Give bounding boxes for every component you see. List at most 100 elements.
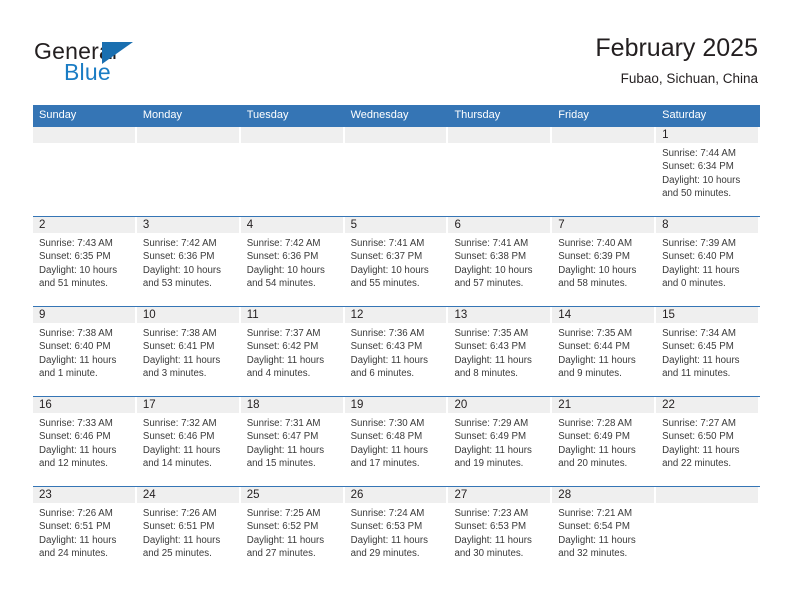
day-detail-line: Sunset: 6:53 PM [350, 521, 423, 533]
day-cell-18[interactable]: 18 Sunrise: 7:31 AM Sunset: 6:47 PM Dayligh… [240, 397, 345, 486]
day-cell-13[interactable]: 13 Sunrise: 7:35 AM Sunset: 6:43 PM Dayligh… [448, 307, 553, 396]
day-detail-line: Daylight: 11 hours [142, 444, 221, 456]
day-cell-9[interactable]: 9 Sunrise: 7:38 AM Sunset: 6:40 PM Daylight… [33, 307, 137, 396]
day-detail-line: and 15 minutes. [246, 458, 316, 470]
day-detail-line: Daylight: 11 hours [558, 354, 636, 366]
day-detail-text: Sunrise: 7:35 AM Sunset: 6:43 PM Daylight:… [448, 323, 552, 381]
calendar-week-row: 9 Sunrise: 7:38 AM Sunset: 6:40 PM Daylight… [33, 306, 761, 396]
day-detail-line: and 27 minutes. [246, 548, 316, 560]
calendar-weeks: 1 Sunrise: 7:44 AM Sunset: 6:34 PM Daylight… [33, 126, 761, 576]
day-detail-text: Sunrise: 7:31 AM Sunset: 6:47 PM Daylight:… [241, 413, 345, 471]
day-detail-line: and 32 minutes. [558, 548, 628, 560]
day-detail-line: Sunset: 6:49 PM [558, 431, 630, 443]
day-detail-line: and 50 minutes. [662, 188, 732, 200]
day-number-band [240, 127, 343, 143]
day-detail-line: Daylight: 10 hours [558, 264, 637, 276]
day-number-band: 17 [136, 397, 239, 413]
day-number: 22 [662, 399, 675, 411]
day-cell-2[interactable]: 2 Sunrise: 7:43 AM Sunset: 6:35 PM Daylight… [33, 217, 137, 306]
day-number: 28 [558, 489, 572, 501]
day-detail-line: Sunrise: 7:37 AM [246, 328, 321, 339]
day-cell-27[interactable]: 27 Sunrise: 7:23 AM Sunset: 6:53 PM Dayligh… [448, 487, 553, 576]
day-number-band: 24 [136, 487, 239, 503]
day-detail-line: Daylight: 10 hours [350, 264, 429, 276]
day-cell-10[interactable]: 10 Sunrise: 7:38 AM Sunset: 6:41 PM Dayligh… [136, 307, 241, 396]
day-detail-text: Sunrise: 7:43 AM Sunset: 6:35 PM Daylight:… [33, 233, 137, 291]
day-detail-text: Sunrise: 7:23 AM Sunset: 6:53 PM Daylight:… [448, 503, 552, 561]
day-cell-3[interactable]: 3 Sunrise: 7:42 AM Sunset: 6:36 PM Daylight… [136, 217, 241, 306]
day-detail-text: Sunrise: 7:32 AM Sunset: 6:46 PM Daylight:… [137, 413, 241, 471]
day-detail-line: and 30 minutes. [454, 548, 524, 560]
page-header: General Blue February 2025 Fubao, Sichua… [0, 0, 792, 100]
day-cell-25[interactable]: 25 Sunrise: 7:25 AM Sunset: 6:52 PM Dayligh… [240, 487, 345, 576]
day-cell-19[interactable]: 19 Sunrise: 7:30 AM Sunset: 6:48 PM Dayligh… [344, 397, 449, 486]
day-detail-line: and 29 minutes. [350, 548, 420, 560]
day-number-band: 23 [33, 487, 135, 503]
day-number-band: 5 [344, 217, 447, 233]
day-detail-line: Daylight: 11 hours [39, 354, 117, 366]
day-detail-line: and 3 minutes. [142, 368, 207, 380]
day-detail-text: Sunrise: 7:33 AM Sunset: 6:46 PM Daylight:… [33, 413, 137, 471]
day-cell-26[interactable]: 26 Sunrise: 7:24 AM Sunset: 6:53 PM Dayligh… [344, 487, 449, 576]
day-cell-24[interactable]: 24 Sunrise: 7:26 AM Sunset: 6:51 PM Dayligh… [136, 487, 241, 576]
calendar-page: General Blue February 2025 Fubao, Sichua… [0, 0, 792, 612]
day-number: 14 [558, 309, 572, 321]
day-detail-line: Sunrise: 7:41 AM [454, 238, 529, 249]
day-cell-11[interactable]: 11 Sunrise: 7:37 AM Sunset: 6:42 PM Dayligh… [240, 307, 345, 396]
day-cell-14[interactable]: 14 Sunrise: 7:35 AM Sunset: 6:44 PM Dayligh… [552, 307, 657, 396]
day-cell-empty [136, 127, 241, 216]
day-detail-line: Sunset: 6:54 PM [558, 521, 630, 533]
day-cell-28[interactable]: 28 Sunrise: 7:21 AM Sunset: 6:54 PM Dayligh… [552, 487, 657, 576]
day-cell-15[interactable]: 15 Sunrise: 7:34 AM Sunset: 6:45 PM Dayligh… [656, 307, 761, 396]
day-detail-line: and 53 minutes. [142, 278, 212, 290]
day-detail-line: Sunset: 6:44 PM [558, 341, 630, 353]
day-detail-line: Sunrise: 7:21 AM [558, 508, 633, 519]
day-number-band [136, 127, 239, 143]
day-number-band [33, 127, 135, 143]
day-cell-5[interactable]: 5 Sunrise: 7:41 AM Sunset: 6:37 PM Daylight… [344, 217, 449, 306]
day-detail-line: Sunset: 6:51 PM [39, 521, 111, 533]
day-cell-7[interactable]: 7 Sunrise: 7:40 AM Sunset: 6:39 PM Daylight… [552, 217, 657, 306]
day-cell-22[interactable]: 22 Sunrise: 7:27 AM Sunset: 6:50 PM Dayligh… [656, 397, 761, 486]
day-cell-8[interactable]: 8 Sunrise: 7:39 AM Sunset: 6:40 PM Daylight… [656, 217, 761, 306]
weekday-header-friday: Friday [558, 109, 589, 121]
day-detail-text: Sunrise: 7:38 AM Sunset: 6:41 PM Daylight:… [137, 323, 241, 381]
day-detail-line: and 57 minutes. [454, 278, 524, 290]
day-detail-line: Sunset: 6:47 PM [246, 431, 319, 443]
day-detail-line: and 11 minutes. [662, 368, 731, 380]
day-cell-4[interactable]: 4 Sunrise: 7:42 AM Sunset: 6:36 PM Daylight… [240, 217, 345, 306]
day-cell-21[interactable]: 21 Sunrise: 7:28 AM Sunset: 6:49 PM Dayligh… [552, 397, 657, 486]
day-number: 25 [246, 489, 260, 501]
day-detail-text: Sunrise: 7:37 AM Sunset: 6:42 PM Daylight:… [241, 323, 345, 381]
day-detail-line: Sunset: 6:41 PM [142, 341, 215, 353]
day-cell-12[interactable]: 12 Sunrise: 7:36 AM Sunset: 6:43 PM Dayligh… [344, 307, 449, 396]
day-number: 19 [350, 399, 364, 411]
day-detail-text: Sunrise: 7:38 AM Sunset: 6:40 PM Daylight:… [33, 323, 137, 381]
day-number: 21 [558, 399, 572, 411]
day-cell-20[interactable]: 20 Sunrise: 7:29 AM Sunset: 6:49 PM Dayligh… [448, 397, 553, 486]
day-cell-16[interactable]: 16 Sunrise: 7:33 AM Sunset: 6:46 PM Dayligh… [33, 397, 137, 486]
day-detail-text: Sunrise: 7:34 AM Sunset: 6:45 PM Daylight:… [656, 323, 760, 381]
day-detail-line: Sunrise: 7:28 AM [558, 418, 633, 429]
day-number: 9 [39, 309, 46, 321]
calendar-week-row: 1 Sunrise: 7:44 AM Sunset: 6:34 PM Daylight… [33, 126, 761, 216]
day-cell-17[interactable]: 17 Sunrise: 7:32 AM Sunset: 6:46 PM Dayligh… [136, 397, 241, 486]
day-number-band: 26 [344, 487, 447, 503]
day-detail-line: Sunset: 6:34 PM [662, 161, 734, 173]
day-cell-1[interactable]: 1 Sunrise: 7:44 AM Sunset: 6:34 PM Daylight… [656, 127, 761, 216]
day-detail-line: and 9 minutes. [558, 368, 622, 380]
day-number-band: 19 [344, 397, 447, 413]
day-number: 24 [142, 489, 156, 501]
day-detail-line: Sunrise: 7:33 AM [39, 418, 113, 429]
day-detail-line: Daylight: 11 hours [39, 444, 117, 456]
day-cell-6[interactable]: 6 Sunrise: 7:41 AM Sunset: 6:38 PM Daylight… [448, 217, 553, 306]
day-detail-line: and 24 minutes. [39, 548, 108, 560]
day-detail-line: Daylight: 11 hours [662, 444, 740, 456]
day-detail-line: Sunrise: 7:29 AM [454, 418, 529, 429]
day-number-band: 22 [656, 397, 759, 413]
day-number: 17 [142, 399, 156, 411]
day-detail-line: Daylight: 10 hours [142, 264, 221, 276]
day-cell-23[interactable]: 23 Sunrise: 7:26 AM Sunset: 6:51 PM Dayligh… [33, 487, 137, 576]
day-detail-text: Sunrise: 7:28 AM Sunset: 6:49 PM Daylight:… [552, 413, 656, 471]
day-detail-text: Sunrise: 7:42 AM Sunset: 6:36 PM Daylight:… [137, 233, 241, 291]
